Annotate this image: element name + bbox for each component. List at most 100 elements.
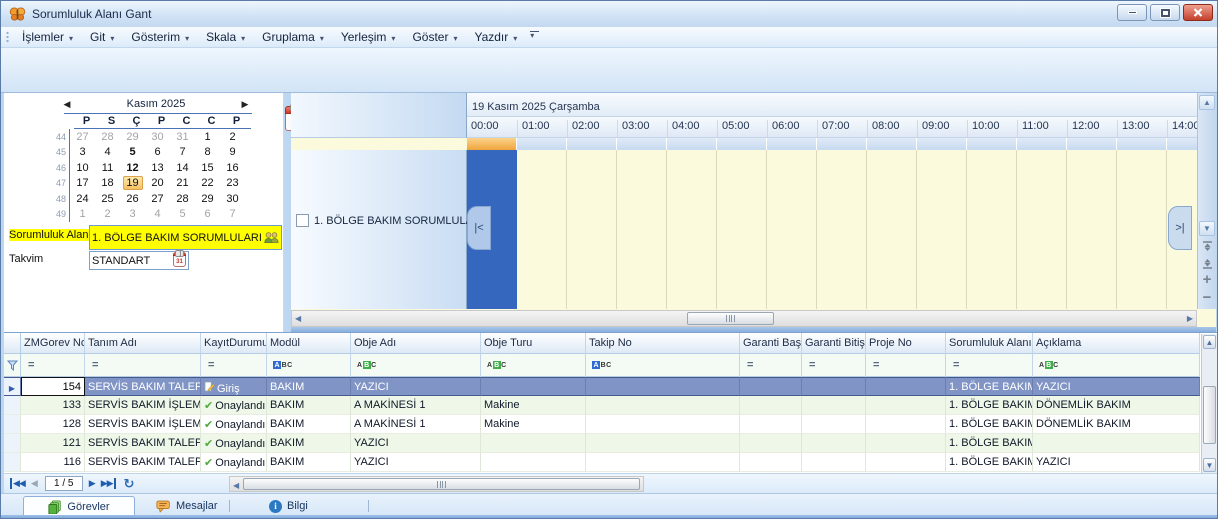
grid-vscroll-thumb[interactable] <box>1203 386 1216 444</box>
cell-modul[interactable]: BAKIM <box>267 453 351 472</box>
calendar-day[interactable]: 29 <box>195 193 220 205</box>
cell-garanti-basla[interactable] <box>740 396 802 415</box>
cell-kayitdurumu[interactable]: Giriş <box>201 377 267 396</box>
filter-cell-garanti-bitis[interactable]: = <box>802 354 866 377</box>
calendar-day[interactable]: 5 <box>120 146 145 158</box>
calendar-day[interactable]: 13 <box>145 162 170 174</box>
cell-tanim-adi[interactable]: SERVİS BAKIM TALEPL <box>85 453 201 472</box>
cell-proje-no[interactable] <box>866 434 946 453</box>
cell-proje-no[interactable] <box>866 377 946 396</box>
menu-item-i-slemler[interactable]: İşlemler <box>14 28 82 46</box>
cell-sorumluluk-alani[interactable]: 1. BÖLGE BAKIM S <box>946 434 1033 453</box>
calendar-day[interactable]: 30 <box>145 131 170 143</box>
column-header-takip-no[interactable]: Takip No <box>586 333 740 354</box>
sorumluluk-input[interactable]: 1. BÖLGE BAKIM SORUMLULARI <box>89 225 282 250</box>
column-header-modul[interactable]: Modül <box>267 333 351 354</box>
cell-garanti-bitis[interactable] <box>802 415 866 434</box>
gantt-scroll-to-end-button[interactable]: >| <box>1168 206 1192 250</box>
gantt-zoom-in-icon[interactable]: + <box>1199 271 1215 288</box>
gantt-horizontal-scrollbar[interactable]: ◀ ▶ <box>291 310 1197 327</box>
cell-tanim-adi[interactable]: SERVİS BAKIM İŞLEMLİ <box>85 396 201 415</box>
cell-obje-turu[interactable] <box>481 377 586 396</box>
column-header-proje-no[interactable]: Proje No <box>866 333 946 354</box>
cell-aciklama[interactable]: YAZICI <box>1033 453 1200 472</box>
next-page-button[interactable]: ▶ <box>89 478 95 489</box>
filter-cell-modul[interactable]: ABC <box>267 354 351 377</box>
calendar-day[interactable]: 27 <box>145 193 170 205</box>
cell-garanti-basla[interactable] <box>740 415 802 434</box>
gantt-scroll-up-icon[interactable]: ▲ <box>1199 95 1215 110</box>
filter-funnel-icon[interactable] <box>4 354 21 377</box>
calendar-day[interactable]: 9 <box>220 146 245 158</box>
cell-obje-turu[interactable] <box>481 434 586 453</box>
cell-aciklama[interactable]: YAZICI <box>1033 377 1200 396</box>
tab-mesajlar[interactable]: Mesajlar <box>146 496 228 516</box>
cell-modul[interactable]: BAKIM <box>267 396 351 415</box>
cell-proje-no[interactable] <box>866 453 946 472</box>
calendar-day[interactable]: 7 <box>170 146 195 158</box>
grid-horizontal-scrollbar[interactable]: ◀ <box>229 476 644 492</box>
calendar-day[interactable]: 26 <box>120 193 145 205</box>
grid-scroll-up-icon[interactable]: ▲ <box>1203 335 1216 349</box>
cell-takip-no[interactable] <box>586 377 740 396</box>
cell-takip-no[interactable] <box>586 434 740 453</box>
cell-obje-adi[interactable]: A MAKİNESİ 1 <box>351 415 481 434</box>
filter-cell-sorumluluk-alani[interactable]: = <box>946 354 1033 377</box>
table-row[interactable]: 133SERVİS BAKIM İŞLEMLİ✔OnaylandıBAKIMA … <box>4 396 1200 415</box>
filter-cell-kayitdurumu[interactable]: = <box>201 354 267 377</box>
cell-kayitdurumu[interactable]: ✔Onaylandı <box>201 396 267 415</box>
grid-hscroll-thumb[interactable] <box>243 478 640 490</box>
menu-item-yazdir[interactable]: Yazdır <box>466 28 526 46</box>
people-picker-icon[interactable] <box>264 231 279 245</box>
calendar-day[interactable]: 7 <box>220 208 245 220</box>
menu-overflow-button[interactable] <box>528 30 541 44</box>
cell-aciklama[interactable]: DÖNEMLİK BAKIM <box>1033 415 1200 434</box>
cell-kayitdurumu[interactable]: ✔Onaylandı <box>201 415 267 434</box>
calendar-day[interactable]: 21 <box>170 177 195 189</box>
calendar-day[interactable]: 1 <box>195 131 220 143</box>
calendar-day[interactable]: 2 <box>220 131 245 143</box>
cell-sorumluluk-alani[interactable]: 1. BÖLGE BAKIM S <box>946 415 1033 434</box>
calendar-day[interactable]: 12 <box>120 162 145 174</box>
calendar-day[interactable]: 5 <box>170 208 195 220</box>
calendar-day[interactable]: 24 <box>70 193 95 205</box>
cell-tanim-adi[interactable]: SERVİS BAKIM TALEPL <box>85 434 201 453</box>
calendar-day[interactable]: 11 <box>95 162 120 174</box>
calendar-day[interactable]: 22 <box>195 177 220 189</box>
cell-proje-no[interactable] <box>866 415 946 434</box>
column-header-kayitdurumu[interactable]: KayıtDurumu <box>201 333 267 354</box>
calendar-prev-month-icon[interactable]: ◀ <box>52 99 82 110</box>
cell-garanti-bitis[interactable] <box>802 434 866 453</box>
menu-item-gruplama[interactable]: Gruplama <box>254 28 333 46</box>
calendar-day[interactable]: 14 <box>170 162 195 174</box>
tab-gorevler[interactable]: Görevler <box>23 496 135 516</box>
calendar-day[interactable]: 30 <box>220 193 245 205</box>
calendar-day[interactable]: 6 <box>195 208 220 220</box>
tab-bilgi[interactable]: i Bilgi <box>259 496 318 516</box>
calendar-day[interactable]: 23 <box>220 177 245 189</box>
menu-item-gosterim[interactable]: Gösterim <box>123 28 198 46</box>
column-header-garanti-bitis[interactable]: Garanti Bitiş <box>802 333 866 354</box>
table-row[interactable]: 116SERVİS BAKIM TALEPL✔OnaylandıBAKIMYAZ… <box>4 453 1200 472</box>
gantt-scroll-down-icon[interactable]: ▼ <box>1199 221 1215 236</box>
cell-garanti-basla[interactable] <box>740 377 802 396</box>
cell-obje-adi[interactable]: YAZICI <box>351 434 481 453</box>
menu-item-yerlesim[interactable]: Yerleşim <box>333 28 405 46</box>
cell-obje-adi[interactable]: A MAKİNESİ 1 <box>351 396 481 415</box>
calendar-day[interactable]: 3 <box>70 146 95 158</box>
menu-item-skala[interactable]: Skala <box>198 28 254 46</box>
cell-obje-turu[interactable]: Makine <box>481 415 586 434</box>
filter-cell-aciklama[interactable]: ABC <box>1033 354 1200 377</box>
calendar-next-month-icon[interactable]: ▶ <box>230 99 260 110</box>
calendar-day[interactable]: 31 <box>170 131 195 143</box>
calendar-day[interactable]: 3 <box>120 208 145 220</box>
table-row[interactable]: 121SERVİS BAKIM TALEPL✔OnaylandıBAKIMYAZ… <box>4 434 1200 453</box>
calendar-day[interactable]: 27 <box>70 131 95 143</box>
calendar-day[interactable]: 1 <box>70 208 95 220</box>
gantt-hscroll-thumb[interactable] <box>687 312 774 325</box>
cell-zmgorev-no[interactable]: 121 <box>21 434 85 453</box>
last-page-button[interactable]: ▶▶ <box>101 478 116 489</box>
column-header-obje-adi[interactable]: Obje Adı <box>351 333 481 354</box>
filter-cell-garanti-basla[interactable]: = <box>740 354 802 377</box>
calendar-day[interactable]: 4 <box>145 208 170 220</box>
